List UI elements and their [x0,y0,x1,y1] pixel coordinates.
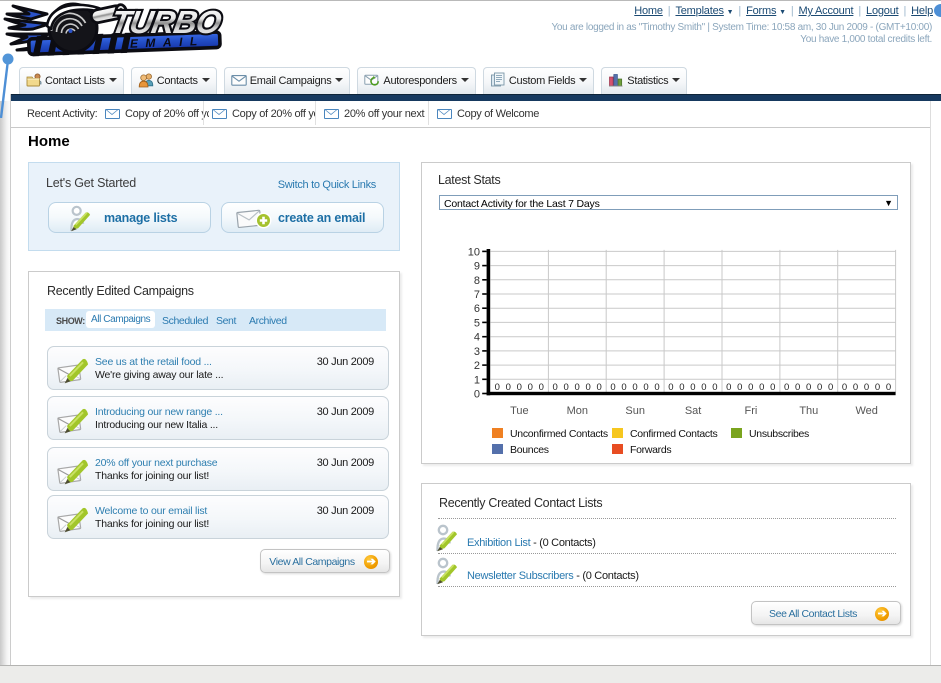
svg-text:0: 0 [886,382,891,393]
svg-text:0: 0 [770,382,775,393]
svg-text:Bounces: Bounces [510,444,549,456]
svg-text:10: 10 [468,246,480,258]
svg-text:Fri: Fri [744,405,757,417]
svg-text:0: 0 [737,382,742,393]
svg-text:0: 0 [632,382,637,393]
svg-text:0: 0 [553,382,558,393]
svg-text:3: 3 [474,346,480,358]
svg-text:0: 0 [654,382,659,393]
svg-text:0: 0 [853,382,858,393]
svg-text:0: 0 [586,382,591,393]
svg-text:0: 0 [474,389,480,401]
svg-text:9: 9 [474,261,480,273]
svg-text:5: 5 [474,317,480,329]
svg-text:1: 1 [474,374,480,386]
svg-text:0: 0 [806,382,811,393]
svg-text:0: 0 [564,382,569,393]
svg-text:4: 4 [474,332,480,344]
svg-text:Sun: Sun [625,405,645,417]
svg-text:0: 0 [842,382,847,393]
svg-text:Sat: Sat [685,405,702,417]
svg-text:0: 0 [621,382,626,393]
svg-text:0: 0 [748,382,753,393]
svg-text:0: 0 [528,382,533,393]
svg-text:Mon: Mon [567,405,588,417]
svg-text:0: 0 [610,382,615,393]
svg-text:0: 0 [875,382,880,393]
svg-text:0: 0 [726,382,731,393]
svg-text:0: 0 [495,382,500,393]
svg-text:0: 0 [864,382,869,393]
svg-text:Forwards: Forwards [630,444,671,456]
svg-text:0: 0 [712,382,717,393]
svg-text:0: 0 [517,382,522,393]
svg-text:0: 0 [690,382,695,393]
svg-text:0: 0 [539,382,544,393]
svg-text:8: 8 [474,275,480,287]
svg-text:Tue: Tue [510,405,529,417]
svg-text:0: 0 [828,382,833,393]
svg-text:0: 0 [701,382,706,393]
svg-text:0: 0 [759,382,764,393]
svg-text:Thu: Thu [799,405,818,417]
svg-text:Unconfirmed Contacts: Unconfirmed Contacts [510,428,608,440]
svg-text:Wed: Wed [855,405,877,417]
svg-text:0: 0 [784,382,789,393]
svg-text:Confirmed Contacts: Confirmed Contacts [630,428,717,440]
svg-text:0: 0 [668,382,673,393]
svg-text:0: 0 [679,382,684,393]
svg-text:Unsubscribes: Unsubscribes [749,428,809,440]
svg-text:0: 0 [817,382,822,393]
svg-text:0: 0 [575,382,580,393]
svg-text:TURBO: TURBO [108,4,224,40]
svg-text:2: 2 [474,360,480,372]
svg-text:0: 0 [506,382,511,393]
svg-text:0: 0 [795,382,800,393]
svg-text:0: 0 [643,382,648,393]
svg-text:6: 6 [474,303,480,315]
svg-text:7: 7 [474,289,480,301]
svg-text:0: 0 [597,382,602,393]
